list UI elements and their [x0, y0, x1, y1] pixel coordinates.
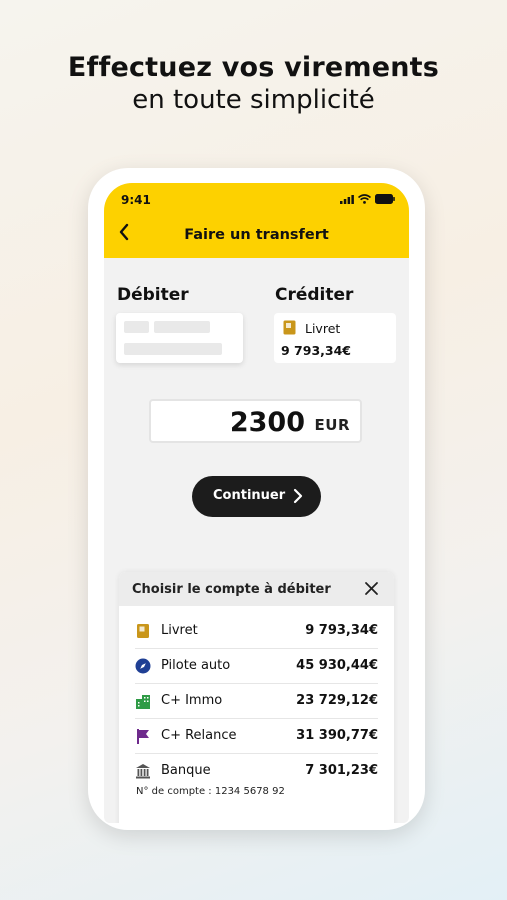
amount-input[interactable]: 2300 EUR — [149, 399, 362, 443]
amount-currency: EUR — [314, 416, 350, 434]
amount-value: 2300 — [229, 407, 305, 438]
debit-account-selector[interactable] — [116, 313, 243, 363]
account-name: C+ Relance — [161, 728, 237, 743]
account-picker-sheet: Choisir le compte à débiter Livret 9 793… — [119, 572, 394, 823]
booklet-icon — [137, 624, 149, 638]
account-name: Banque — [161, 763, 211, 778]
page-title: Faire un transfert — [184, 227, 329, 243]
account-amount: 9 793,34€ — [305, 623, 378, 638]
continue-label: Continuer — [213, 488, 286, 503]
bank-icon — [136, 764, 150, 779]
account-number: N° de compte : 1234 5678 92 — [136, 786, 285, 797]
headline: Effectuez vos virements en toute simplic… — [0, 52, 507, 115]
account-name: Livret — [161, 623, 198, 638]
header-bar: 9:41 Faire un transfert — [104, 183, 409, 258]
status-time: 9:41 — [121, 193, 151, 207]
status-icons — [340, 194, 395, 204]
account-amount: 45 930,44€ — [296, 658, 378, 673]
debit-label: Débiter — [117, 285, 189, 305]
booklet-icon — [283, 320, 296, 335]
compass-icon — [135, 658, 151, 674]
sheet-header: Choisir le compte à débiter — [119, 572, 394, 606]
account-row-pilote-auto[interactable]: Pilote auto 45 930,44€ — [135, 648, 378, 684]
credit-account-name: Livret — [305, 321, 341, 336]
placeholder-bar — [124, 343, 222, 355]
credit-account-amount: 9 793,34€ — [281, 343, 351, 358]
account-amount: 23 729,12€ — [296, 693, 378, 708]
phone-screen: 9:41 Faire un transfert Débiter Créditer… — [104, 183, 409, 823]
continue-button[interactable]: Continuer — [192, 476, 321, 517]
headline-line-1: Effectuez vos virements — [67, 52, 440, 83]
placeholder-bar — [124, 321, 149, 333]
account-row-banque[interactable]: Banque 7 301,23€ — [135, 753, 378, 788]
wifi-icon — [358, 194, 371, 204]
account-amount: 7 301,23€ — [305, 763, 378, 778]
phone-frame: 9:41 Faire un transfert Débiter Créditer… — [88, 168, 425, 830]
battery-icon — [375, 194, 395, 204]
signal-icon — [340, 194, 354, 204]
placeholder-bar — [154, 321, 210, 333]
close-icon[interactable] — [364, 581, 379, 596]
account-row-livret[interactable]: Livret 9 793,34€ — [135, 613, 378, 649]
buildings-icon — [136, 695, 150, 709]
flag-icon — [137, 729, 149, 744]
account-row-c-immo[interactable]: C+ Immo 23 729,12€ — [135, 683, 378, 719]
credit-account-card[interactable]: Livret 9 793,34€ — [274, 313, 396, 363]
headline-line-2: en toute simplicité — [132, 85, 375, 115]
credit-label: Créditer — [275, 285, 354, 305]
account-row-c-relance[interactable]: C+ Relance 31 390,77€ — [135, 718, 378, 754]
sheet-title: Choisir le compte à débiter — [132, 582, 331, 597]
chevron-right-icon — [293, 488, 303, 504]
account-name: C+ Immo — [161, 693, 223, 708]
account-amount: 31 390,77€ — [296, 728, 378, 743]
account-name: Pilote auto — [161, 658, 231, 673]
